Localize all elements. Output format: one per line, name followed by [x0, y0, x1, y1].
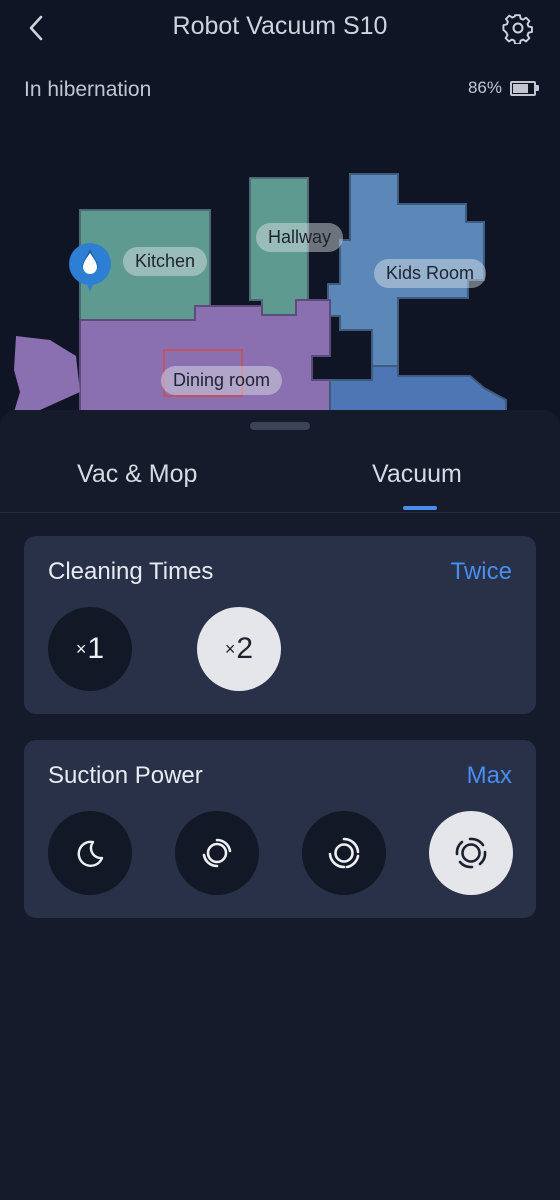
room-label-dining-room[interactable]: Dining room: [161, 366, 283, 395]
settings-button[interactable]: [502, 12, 534, 45]
battery-percent: 86%: [467, 78, 502, 97]
cleaning-times-title: Cleaning Times: [48, 558, 214, 585]
suction-max-icon: [455, 837, 487, 869]
active-tab-indicator: [403, 506, 437, 510]
cleaning-times-value: Twice: [450, 558, 512, 585]
robot-status: In hibernation: [24, 78, 152, 101]
room-label-hallway[interactable]: Hallway: [256, 223, 344, 252]
battery-icon: [510, 80, 539, 96]
room-left-area: [14, 336, 80, 412]
tab-vacuum[interactable]: Vacuum: [372, 460, 462, 489]
cleaning-times-once-button[interactable]: × 1: [48, 607, 132, 691]
room-label-kitchen[interactable]: Kitchen: [123, 247, 208, 276]
cleaning-times-option-label: 1: [87, 632, 105, 665]
mode-tabs: Vac & Mop Vacuum: [0, 450, 560, 513]
gear-icon: [502, 14, 533, 45]
suction-quiet-button[interactable]: [48, 811, 132, 895]
suction-strong-button[interactable]: [302, 811, 386, 895]
battery-indicator: 86%: [467, 78, 539, 98]
suction-power-title: Suction Power: [48, 762, 203, 789]
page-title: Robot Vacuum S10: [172, 12, 388, 40]
moon-icon: [77, 840, 104, 867]
suction-power-value: Max: [466, 762, 512, 789]
suction-standard-icon: [202, 838, 232, 868]
cleaning-times-card: Cleaning Times Twice × 1 × 2: [24, 536, 536, 714]
suction-standard-button[interactable]: [175, 811, 259, 895]
tab-vac-and-mop[interactable]: Vac & Mop: [77, 460, 197, 489]
times-symbol: ×: [75, 638, 87, 659]
suction-max-button[interactable]: [429, 811, 513, 895]
suction-strong-icon: [328, 837, 360, 869]
top-bar: Robot Vacuum S10: [0, 0, 560, 56]
cleaning-times-option-label: 2: [236, 632, 254, 665]
suction-power-card: Suction Power Max: [24, 740, 536, 918]
status-row: In hibernation 86%: [24, 76, 539, 106]
battery-level-fill: [513, 83, 528, 93]
room-label-kids-room[interactable]: Kids Room: [374, 259, 487, 288]
cleaning-times-twice-button[interactable]: × 2: [197, 607, 281, 691]
floor-map[interactable]: Kitchen Hallway Kids Room Dining room: [0, 130, 560, 421]
times-symbol: ×: [224, 638, 236, 659]
sheet-drag-handle[interactable]: [250, 422, 310, 430]
settings-sheet: Vac & Mop Vacuum Cleaning Times Twice × 1…: [0, 410, 560, 1200]
